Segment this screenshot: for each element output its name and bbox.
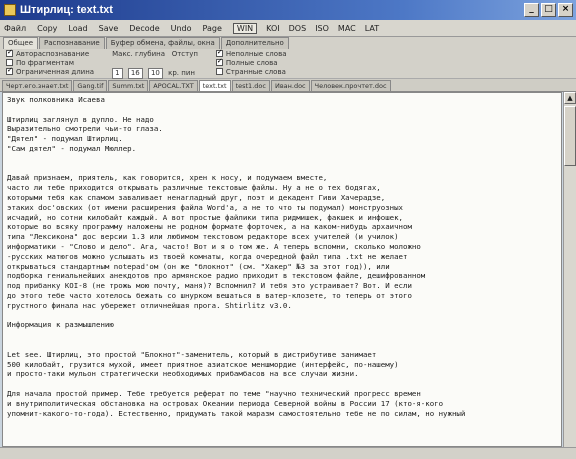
status-bar [0,447,576,459]
menu-load[interactable]: Load [68,24,87,33]
unit-label: кр. пин [168,69,195,77]
encoding-mac-button[interactable]: MAC [338,24,356,33]
file-tab-active[interactable]: text.txt [198,80,231,91]
text-line: Для начала простой пример. Тебе требуетс… [7,388,421,398]
checkbox[interactable] [215,48,223,57]
maximize-button[interactable]: □ [541,3,556,17]
options-panel: Общее Распознавание Буфер обмена, файлы,… [0,37,576,79]
option-autorecognition[interactable]: Автораспознавание [6,48,94,59]
text-line: Давай признаем, приятель, как говорится,… [7,173,328,183]
checkbox[interactable] [6,48,13,57]
options-tabs: Общее Распознавание Буфер обмена, файлы,… [0,37,576,49]
text-line: которые во всяку программу наложены не р… [7,222,412,232]
file-tabs: Черт.его.знает.txt Gang.tif Summ.txt APO… [0,79,576,92]
options-column-2: Макс. глубина Отступ 1 16 10 кр. пин [112,50,198,79]
tab-recognition[interactable]: Распознавание [39,37,105,49]
text-line [7,105,557,115]
file-tab[interactable]: Иван.doc [270,80,310,91]
option-complete-words[interactable]: Полные слова [215,57,287,68]
text-line: грустного финала нас убережет отличнейша… [7,300,292,310]
file-tab[interactable]: test1.doc [231,80,270,91]
window-title: Штирлиц: text.txt [20,4,113,16]
text-line: Информация к размышлению [7,320,114,330]
menu-page[interactable]: Page [203,24,222,33]
menu-save[interactable]: Save [99,24,119,33]
value-2-field[interactable]: 16 [127,68,143,79]
indent-label: Отступ [171,50,198,58]
window-controls: _ □ × [524,3,573,17]
text-line: этаких doc'овских (от имени расширения ф… [7,202,404,212]
text-line: Звук полковника Исаева [7,95,105,104]
menu-file[interactable]: Файл [4,24,26,33]
scroll-thumb[interactable] [564,106,576,166]
option-strange-words[interactable]: Странные слова [215,68,287,77]
file-tab[interactable]: APOCAL.TXT [149,80,198,91]
text-line: и внутриполитическая обстановка на остро… [7,398,444,408]
vertical-scrollbar[interactable]: ▲ [563,92,576,447]
text-line: часто ли тебе приходится открывать разли… [7,183,381,193]
text-line: и просто-таки мульон стратегически необх… [7,369,359,379]
text-line [7,164,557,174]
value-3-field[interactable]: 10 [147,68,163,79]
scroll-up-icon[interactable]: ▲ [564,92,576,104]
text-line: 500 килобайт, грузится мухой, имеет прия… [7,359,399,369]
app-icon [4,4,16,16]
text-line: "Сам дятел" - подумал Мюллер. [7,143,137,153]
text-line: информатики - "Слово и дело". Ага, часто… [7,241,421,251]
text-line [7,379,557,389]
title-bar: Штирлиц: text.txt _ □ × [0,0,576,20]
encoding-win-button[interactable]: WIN [232,22,258,34]
text-line [7,340,557,350]
text-line [7,311,557,321]
text-line: Штирлиц заглянул в дупло. Не надо [7,114,154,124]
text-line: "Дятел" - подумал Штирлиц. [7,134,123,144]
text-line: подборка гениальнейших анекдотов про арм… [7,271,426,281]
max-depth-label: Макс. глубина [112,50,165,58]
encoding-koi-button[interactable]: KOI [266,24,279,33]
encoding-iso-button[interactable]: ISO [315,24,329,33]
tab-clipboard[interactable]: Буфер обмена, файлы, окна [105,37,220,49]
text-editor[interactable]: Звук полковника Исаева Штирлиц заглянул в… [2,92,562,447]
text-line: -русских матюгов можно услышать из твоей… [7,251,408,261]
encoding-dos-button[interactable]: DOS [289,24,307,33]
menu-undo[interactable]: Undo [171,24,192,33]
text-line [7,330,557,340]
text-line: которыми тебя как спамом заваливает нена… [7,192,386,202]
checkbox[interactable] [215,68,223,75]
tab-additional[interactable]: Дополнительно [220,37,289,49]
file-tab[interactable]: Summ.txt [108,80,149,91]
menu-bar: Файл Copy Load Save Decode Undo Page WIN… [0,20,576,37]
menu-decode[interactable]: Decode [129,24,159,33]
file-tab[interactable]: Человек.прочтет.doc [310,80,391,91]
text-line [7,154,557,164]
encoding-lat-button[interactable]: LAT [365,24,379,33]
option-fragments[interactable]: По фрагментам [6,59,94,68]
text-line: открываться стандартным notepad'ом (он ж… [7,261,390,271]
value-1-field[interactable]: 1 [112,68,123,79]
minimize-button[interactable]: _ [524,3,539,17]
text-line: упомнит-какого-то-года). Естественно, пр… [7,408,466,418]
file-tab[interactable]: Черт.его.знает.txt [2,80,73,91]
checkbox[interactable] [215,57,223,66]
checkbox[interactable] [6,66,13,75]
options-column-1: Автораспознавание По фрагментам Ограниче… [6,48,94,77]
option-limited-length[interactable]: Ограниченная длина [6,66,94,77]
menu-copy[interactable]: Copy [37,24,57,33]
file-tab[interactable]: Gang.tif [73,80,108,91]
options-column-3: Неполные слова Полные слова Странные сло… [215,48,287,77]
text-line: исчадий, но сотни килобайт каждый. А вот… [7,212,404,222]
text-line: Выразительно смотрели чьи-то глаза. [7,124,163,134]
checkbox[interactable] [6,59,13,66]
close-button[interactable]: × [558,3,573,17]
text-line: Let see. Штирлиц, это простой "Блокнот"-… [7,349,377,359]
text-line: типа "Лексикона" дос версии 1.3 или люби… [7,232,399,242]
options-content: Автораспознавание По фрагментам Ограниче… [0,48,576,79]
text-line: до этого тебе часто хотелось бежать со ш… [7,290,412,300]
text-line: под прибанку KOI-8 (не трожь мою почту, … [7,281,412,291]
option-incomplete-words[interactable]: Неполные слова [215,48,286,59]
